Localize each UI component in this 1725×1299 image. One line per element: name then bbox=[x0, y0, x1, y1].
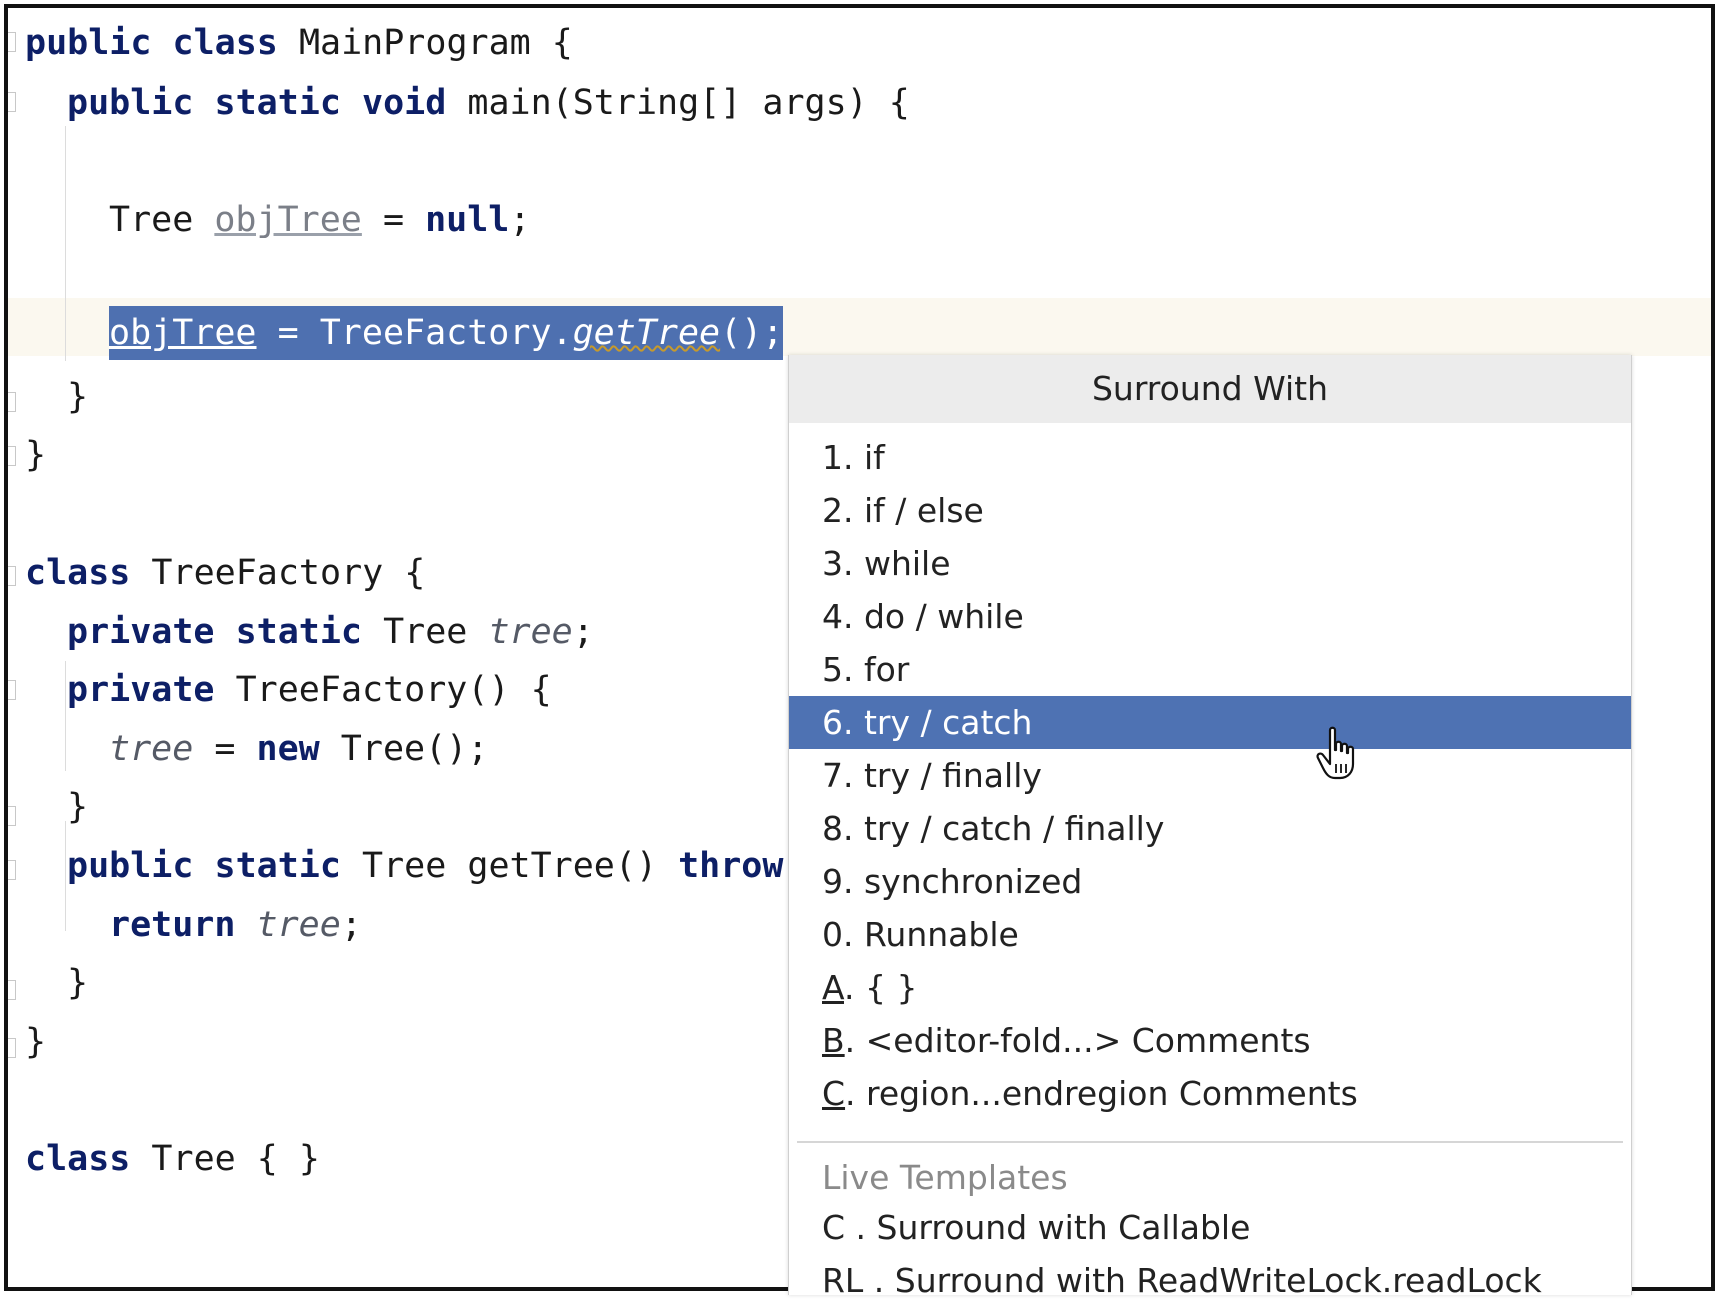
keyword: public class bbox=[25, 23, 278, 63]
keyword: throw bbox=[678, 846, 784, 886]
menu-item-synchronized[interactable]: 9. synchronized bbox=[789, 855, 1631, 908]
menu-item-label: . region...endregion Comments bbox=[845, 1074, 1358, 1113]
keyword: private static bbox=[67, 612, 363, 652]
code-line[interactable]: } bbox=[25, 1017, 46, 1067]
type-name: Tree bbox=[109, 200, 215, 240]
fold-marker-icon[interactable] bbox=[8, 860, 16, 880]
code-text: TreeFactory { bbox=[130, 553, 426, 593]
code-line[interactable]: } bbox=[25, 430, 46, 480]
code-text: MainProgram { bbox=[277, 23, 573, 63]
keyword: private bbox=[67, 670, 215, 710]
fold-marker-icon[interactable] bbox=[8, 446, 16, 466]
method-call: getTree bbox=[572, 313, 721, 353]
code-text: Tree getTree() bbox=[340, 846, 679, 886]
indent-guide bbox=[65, 821, 66, 931]
live-templates-header: Live Templates bbox=[822, 1158, 1068, 1197]
indent-guide bbox=[65, 661, 66, 771]
code-text: = bbox=[361, 200, 426, 240]
mnemonic-key: A bbox=[822, 968, 844, 1007]
menu-item-do-while[interactable]: 4. do / while bbox=[789, 590, 1631, 643]
indent-guide bbox=[65, 126, 66, 361]
menu-item-try-catch[interactable]: 6. try / catch bbox=[789, 696, 1631, 749]
menu-item-try-catch-finally[interactable]: 8. try / catch / finally bbox=[789, 802, 1631, 855]
menu-item-label: . <editor-fold...> Comments bbox=[844, 1021, 1311, 1060]
code-text: main(String[] args) { bbox=[446, 83, 910, 123]
menu-item-region-comments[interactable]: C. region...endregion Comments bbox=[789, 1067, 1631, 1120]
brace: } bbox=[67, 787, 89, 827]
menu-item-editor-fold-comments[interactable]: B. <editor-fold...> Comments bbox=[789, 1014, 1631, 1067]
fold-marker-icon[interactable] bbox=[8, 392, 16, 412]
code-line[interactable]: class Tree { } bbox=[25, 1134, 320, 1184]
code-text: Tree(); bbox=[319, 729, 489, 769]
keyword: new bbox=[256, 729, 320, 769]
fold-marker-icon[interactable] bbox=[8, 980, 16, 1000]
menu-item-try-finally[interactable]: 7. try / finally bbox=[789, 749, 1631, 802]
fold-marker-icon[interactable] bbox=[8, 806, 16, 826]
surround-with-popup[interactable]: Surround With 1. if 2. if / else 3. whil… bbox=[788, 355, 1632, 1295]
menu-item-while[interactable]: 3. while bbox=[789, 537, 1631, 590]
keyword: public static void bbox=[67, 83, 447, 123]
code-line[interactable]: private TreeFactory() { bbox=[67, 665, 552, 715]
keyword: class bbox=[25, 553, 131, 593]
menu-item-braces[interactable]: A. { } bbox=[789, 961, 1631, 1014]
menu-separator bbox=[797, 1141, 1623, 1143]
static-field: tree bbox=[488, 612, 573, 652]
brace: } bbox=[67, 963, 89, 1003]
code-text: Tree { } bbox=[130, 1139, 321, 1179]
brace: } bbox=[25, 1022, 47, 1062]
keyword: null bbox=[425, 200, 510, 240]
code-line[interactable]: } bbox=[67, 782, 88, 832]
code-text: ; bbox=[572, 612, 594, 652]
menu-item-surround-readlock[interactable]: RL . Surround with ReadWriteLock.readLoc… bbox=[789, 1254, 1631, 1295]
code-line[interactable]: } bbox=[67, 372, 88, 422]
popup-title: Surround With bbox=[789, 355, 1631, 423]
fold-marker-icon[interactable] bbox=[8, 1038, 16, 1058]
keyword: public static bbox=[67, 846, 341, 886]
variable: objTree bbox=[109, 313, 257, 353]
code-line[interactable]: private static Tree tree; bbox=[67, 607, 594, 657]
menu-item-runnable[interactable]: 0. Runnable bbox=[789, 908, 1631, 961]
code-text: = TreeFactory. bbox=[256, 313, 573, 353]
menu-item-surround-callable[interactable]: C . Surround with Callable bbox=[789, 1201, 1631, 1254]
menu-item-label: . { } bbox=[844, 968, 918, 1007]
brace: } bbox=[67, 377, 89, 417]
static-field: tree bbox=[256, 905, 341, 945]
code-text: (); bbox=[720, 313, 784, 353]
hand-pointer-icon bbox=[1316, 726, 1355, 780]
code-line[interactable]: } bbox=[67, 958, 88, 1008]
code-line[interactable]: tree = new Tree(); bbox=[109, 724, 488, 774]
code-line[interactable]: public static void main(String[] args) { bbox=[67, 78, 910, 128]
keyword: return bbox=[109, 905, 236, 945]
code-text: Tree bbox=[362, 612, 489, 652]
unused-variable: objTree bbox=[214, 200, 362, 240]
mnemonic-key: B bbox=[822, 1021, 845, 1060]
code-line[interactable]: Tree objTree = null; bbox=[109, 195, 530, 245]
mnemonic-key: C bbox=[822, 1074, 846, 1113]
menu-item-for[interactable]: 5. for bbox=[789, 643, 1631, 696]
code-text: ; bbox=[340, 905, 362, 945]
keyword: class bbox=[25, 1139, 131, 1179]
fold-marker-icon[interactable] bbox=[8, 680, 16, 700]
code-line[interactable]: return tree; bbox=[109, 900, 362, 950]
selected-code-line[interactable]: objTree = TreeFactory.getTree(); bbox=[109, 306, 784, 360]
fold-marker-icon[interactable] bbox=[8, 566, 16, 586]
menu-item-if-else[interactable]: 2. if / else bbox=[789, 484, 1631, 537]
code-line[interactable]: public static Tree getTree() throw bbox=[67, 841, 783, 891]
fold-marker-icon[interactable] bbox=[8, 32, 16, 52]
code-line[interactable]: public class MainProgram { bbox=[25, 18, 573, 68]
code-text: TreeFactory() { bbox=[214, 670, 552, 710]
menu-item-if[interactable]: 1. if bbox=[789, 431, 1631, 484]
static-field: tree bbox=[109, 729, 194, 769]
fold-marker-icon[interactable] bbox=[8, 92, 16, 112]
code-line[interactable]: class TreeFactory { bbox=[25, 548, 425, 598]
code-text: = bbox=[193, 729, 257, 769]
brace: } bbox=[25, 435, 47, 475]
code-text: ; bbox=[509, 200, 531, 240]
